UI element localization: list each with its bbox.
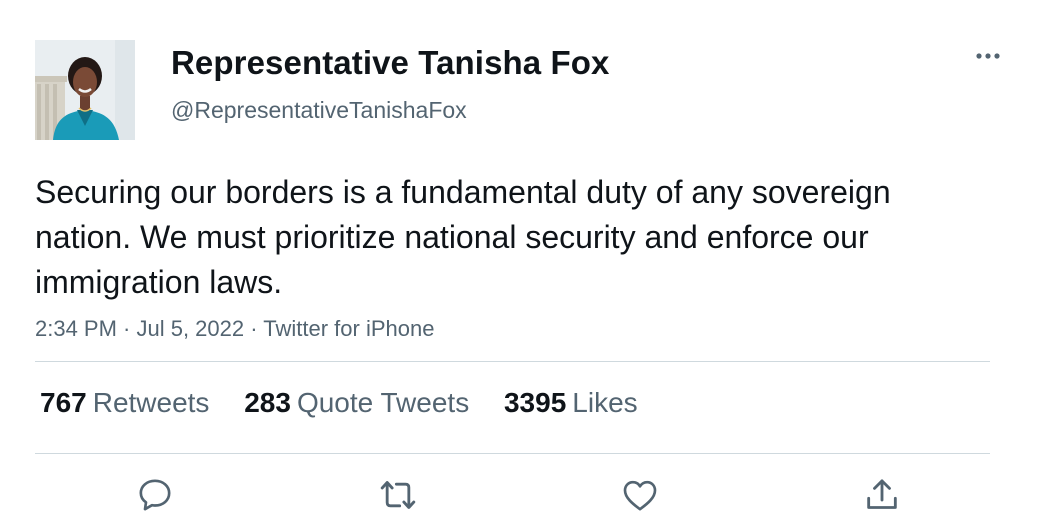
tweet-detail: Representative Tanisha Fox @Representati… [0,0,1050,525]
divider [35,361,990,362]
avatar[interactable] [35,40,135,140]
more-options-button[interactable] [968,44,1008,68]
retweets-count: 767 [40,387,87,418]
more-horizontal-icon [976,53,1000,59]
reply-icon [139,479,171,511]
retweets-stat[interactable]: 767 Retweets [40,387,209,419]
share-button[interactable] [857,470,907,520]
tweet-text: Securing our borders is a fundamental du… [35,174,891,300]
share-icon [867,479,897,509]
heart-icon [623,480,657,511]
likes-label: Likes [572,387,638,418]
action-bar [0,470,1050,520]
reply-button[interactable] [130,470,180,520]
quote-tweets-stat[interactable]: 283 Quote Tweets [244,387,469,419]
divider [35,453,990,454]
profile-photo-icon [35,40,135,140]
tweet-timestamp-source[interactable]: 2:34 PM · Jul 5, 2022 · Twitter for iPho… [35,316,434,342]
retweet-icon [380,481,416,509]
quote-tweets-count: 283 [244,387,291,418]
author-handle[interactable]: @RepresentativeTanishaFox [171,97,467,124]
like-button[interactable] [615,470,665,520]
likes-count: 3395 [503,387,567,418]
retweet-button[interactable] [373,470,423,520]
retweets-label: Retweets [92,387,210,418]
engagement-stats: 767 Retweets 283 Quote Tweets 3395 Likes [40,387,665,419]
likes-stat[interactable]: 3395 Likes [504,387,638,419]
quote-tweets-label: Quote Tweets [296,387,470,418]
author-display-name[interactable]: Representative Tanisha Fox [171,44,609,82]
